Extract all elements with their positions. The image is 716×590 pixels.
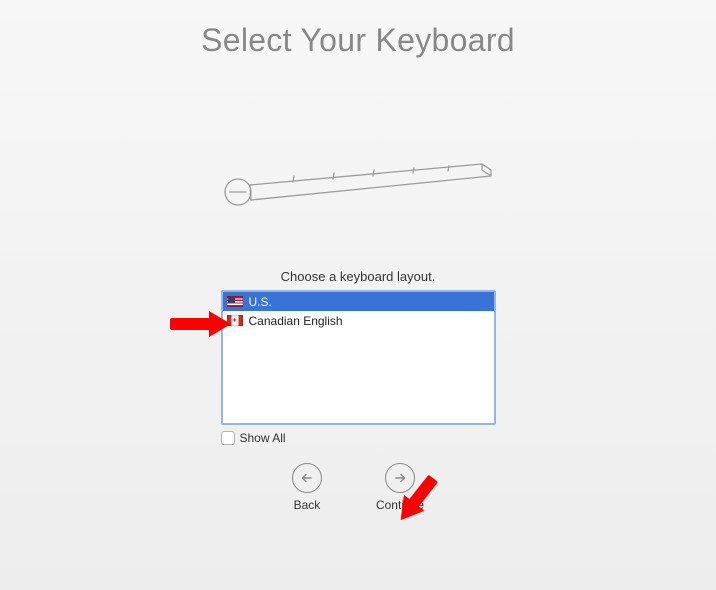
list-item[interactable]: U.S.	[223, 292, 494, 311]
show-all-checkbox[interactable]: Show All	[221, 431, 496, 445]
back-button[interactable]: Back	[292, 463, 322, 512]
instruction-label: Choose a keyboard layout.	[0, 269, 716, 284]
arrow-right-icon	[385, 463, 415, 493]
list-item-label: U.S.	[249, 295, 272, 309]
page-title: Select Your Keyboard	[0, 0, 716, 59]
list-item-label: Canadian English	[249, 314, 343, 328]
keyboard-layout-list[interactable]: U.S. Canadian English	[221, 290, 496, 425]
list-item[interactable]: Canadian English	[223, 311, 494, 330]
checkbox-icon	[221, 431, 235, 445]
show-all-label: Show All	[240, 431, 286, 445]
flag-icon	[227, 315, 243, 326]
arrow-left-icon	[292, 463, 322, 493]
keyboard-illustration	[0, 154, 716, 214]
continue-label: Continue	[376, 498, 424, 512]
back-label: Back	[294, 498, 321, 512]
continue-button[interactable]: Continue	[376, 463, 424, 512]
flag-icon	[227, 296, 243, 307]
